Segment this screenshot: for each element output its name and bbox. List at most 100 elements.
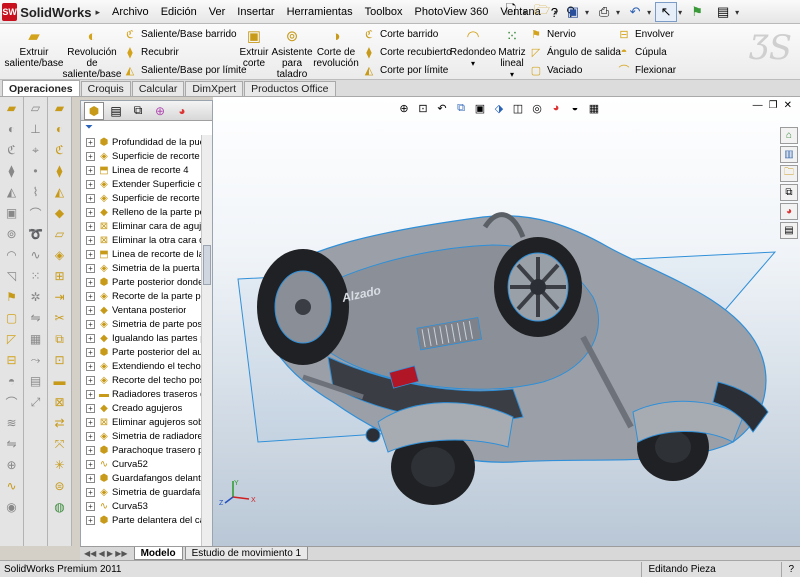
expand-icon[interactable]: + <box>86 459 95 469</box>
swept-surface-icon[interactable]: ℭ <box>51 141 69 159</box>
tree-item[interactable]: + ∿ Curva52 <box>81 457 201 471</box>
wrap-icon[interactable]: ⊟ <box>3 351 21 369</box>
tab-calcular[interactable]: Calcular <box>131 81 185 96</box>
expand-icon[interactable]: + <box>86 445 95 455</box>
axis-icon[interactable]: ⊥ <box>27 120 45 138</box>
offset-surface-icon[interactable]: ◈ <box>51 246 69 264</box>
dome-icon[interactable]: ◓ <box>3 372 21 390</box>
undo-icon[interactable]: ↶ <box>624 2 646 22</box>
instant3d-icon[interactable]: ◉ <box>3 498 21 516</box>
solidworks-logo[interactable]: SW SolidWorks ▸ <box>2 2 100 22</box>
expand-icon[interactable]: + <box>86 221 95 231</box>
chevron-down-icon[interactable]: ▾ <box>471 58 475 69</box>
tree-item[interactable]: + ⬢ Parte posterior del aut <box>81 345 201 359</box>
graphics-area[interactable]: ⊕ ⊡ ↶ ⧉ ▣ ⬗ ◫ ◎ ◕ ◒ ▦ — ❐ ✕ Alzado Y X Z… <box>213 97 800 546</box>
tree-item[interactable]: + ⬢ Parte posterior donde <box>81 275 201 289</box>
flex-icon[interactable]: ⌒ <box>3 393 21 411</box>
tree-item[interactable]: + ◈ Superficie de recorte 2 <box>81 149 201 163</box>
mirror-feature-icon[interactable]: ⇋ <box>27 309 45 327</box>
menu-ver[interactable]: Ver <box>203 6 232 18</box>
new-document-icon[interactable]: 🗋 <box>500 2 522 22</box>
table-pattern-icon[interactable]: ▤ <box>27 372 45 390</box>
envolver-button[interactable]: ⊟ Envolver <box>616 25 674 43</box>
options-icon[interactable]: ▤ <box>712 2 734 22</box>
configuration-manager-icon[interactable]: ⧉ <box>128 102 148 120</box>
corte-barrido-button[interactable]: ℭ Corte barrido <box>361 25 438 43</box>
chevron-down-icon[interactable]: ▾ <box>678 8 682 17</box>
tree-item[interactable]: + ◈ Simetria de parte post <box>81 317 201 331</box>
tab-productos-office[interactable]: Productos Office <box>244 81 336 96</box>
chevron-down-icon[interactable]: ▾ <box>735 8 739 17</box>
helix-icon[interactable]: ➰ <box>27 225 45 243</box>
fill-pattern-icon[interactable]: ▦ <box>27 330 45 348</box>
tree-item[interactable]: + ⬢ Guardafangos delante <box>81 471 201 485</box>
matriz-lineal-button[interactable]: ⁙ Matriz lineal ▾ <box>497 26 527 80</box>
tree-item[interactable]: + ◆ Relleno de la parte pos <box>81 205 201 219</box>
lofted-surface-icon[interactable]: ⧫ <box>51 162 69 180</box>
tree-item[interactable]: + ◈ Extendiendo el techo p <box>81 359 201 373</box>
expand-icon[interactable]: + <box>86 151 95 161</box>
open-folder-icon[interactable]: 🗁 <box>531 2 553 22</box>
tab-croquis[interactable]: Croquis <box>80 81 131 96</box>
scale-icon[interactable]: ⤢ <box>27 393 45 411</box>
extend-surface-icon[interactable]: ⇥ <box>51 288 69 306</box>
vaciado-button[interactable]: ▢ Vaciado <box>528 61 583 79</box>
saliente-limite-button[interactable]: ◭ Saliente/Base por límite <box>122 61 247 79</box>
radiate-surface-icon[interactable]: ✳ <box>51 456 69 474</box>
expand-icon[interactable]: + <box>86 291 95 301</box>
tree-item[interactable]: + ◈ Superficie de recorte 3 <box>81 191 201 205</box>
expand-icon[interactable]: + <box>86 305 95 315</box>
print-icon[interactable]: ⎙ <box>593 2 615 22</box>
expand-icon[interactable]: + <box>86 389 95 399</box>
expand-icon[interactable]: + <box>86 333 95 343</box>
expand-icon[interactable]: + <box>86 207 95 217</box>
property-manager-icon[interactable]: ▤ <box>106 102 126 120</box>
tree-item[interactable]: + ⊠ Eliminar cara de aguje <box>81 219 201 233</box>
expand-icon[interactable]: + <box>86 375 95 385</box>
fillet-icon[interactable]: ◠ <box>3 246 21 264</box>
tab-modelo[interactable]: Modelo <box>133 547 183 560</box>
tree-item[interactable]: + ⊠Eliminar agujeros sobra <box>81 415 201 429</box>
deform-icon[interactable]: ≋ <box>3 414 21 432</box>
plane-icon[interactable]: ▱ <box>27 99 45 117</box>
status-help[interactable]: ? <box>781 561 800 577</box>
tree-item[interactable]: + ◈ Simetria de la puerta iz <box>81 261 201 275</box>
expand-icon[interactable]: + <box>86 179 95 189</box>
knit-surface-icon[interactable]: ⊡ <box>51 351 69 369</box>
expand-icon[interactable]: + <box>86 417 95 427</box>
expand-icon[interactable]: + <box>86 277 95 287</box>
expand-icon[interactable]: + <box>86 193 95 203</box>
tree-item[interactable]: + ◆ Igualando las partes p <box>81 331 201 345</box>
tree-item[interactable]: + ◈ Simetria de guardafang <box>81 485 201 499</box>
display-manager-icon[interactable]: ◕ <box>172 102 192 120</box>
recubrir-button[interactable]: ⧫ Recubrir <box>122 43 179 61</box>
redondeo-button[interactable]: ◠ Redondeo ▾ <box>450 26 496 69</box>
tree-item[interactable]: + ⬒ Linea de recorte 4 <box>81 163 201 177</box>
chamfer-icon[interactable]: ◹ <box>3 267 21 285</box>
mirror-icon[interactable]: ⇋ <box>3 435 21 453</box>
draft-icon[interactable]: ◸ <box>3 330 21 348</box>
tab-dimxpert[interactable]: DimXpert <box>185 81 244 96</box>
angulo-salida-button[interactable]: ◸ Ángulo de salida <box>528 43 621 61</box>
scrollbar-thumb[interactable] <box>203 245 211 285</box>
expand-icon[interactable]: + <box>86 235 95 245</box>
loft-icon[interactable]: ⧫ <box>3 162 21 180</box>
tree-item[interactable]: + ◈ Simetria de radiadores <box>81 429 201 443</box>
tree-item[interactable]: + ◆ Creado agujeros <box>81 401 201 415</box>
nervio-button[interactable]: ⚑ Nervio <box>528 25 576 43</box>
expand-icon[interactable]: + <box>86 515 95 525</box>
menu-edicion[interactable]: Edición <box>155 6 203 18</box>
tree-item[interactable]: + ⬒ Linea de recorte de la <box>81 247 201 261</box>
pattern-icon[interactable]: ⁙ <box>27 267 45 285</box>
tree-item[interactable]: + ◈ Recorte de la parte po <box>81 289 201 303</box>
extruir-saliente-button[interactable]: ▰ Extruir saliente/base <box>5 26 64 70</box>
menu-toolbox[interactable]: Toolbox <box>359 6 409 18</box>
tree-item[interactable]: + ⬢ Parachoque trasero pe <box>81 443 201 457</box>
replace-face-icon[interactable]: ⇄ <box>51 414 69 432</box>
curve-driven-icon[interactable]: ⤳ <box>27 351 45 369</box>
expand-icon[interactable]: + <box>86 473 95 483</box>
flexionar-button[interactable]: ⌒ Flexionar <box>616 61 677 79</box>
revolve-icon[interactable]: ◐ <box>3 120 21 138</box>
composite-curve-icon[interactable]: ∿ <box>27 246 45 264</box>
asistente-taladro-button[interactable]: ⊚ Asistente para taladro <box>271 26 312 81</box>
